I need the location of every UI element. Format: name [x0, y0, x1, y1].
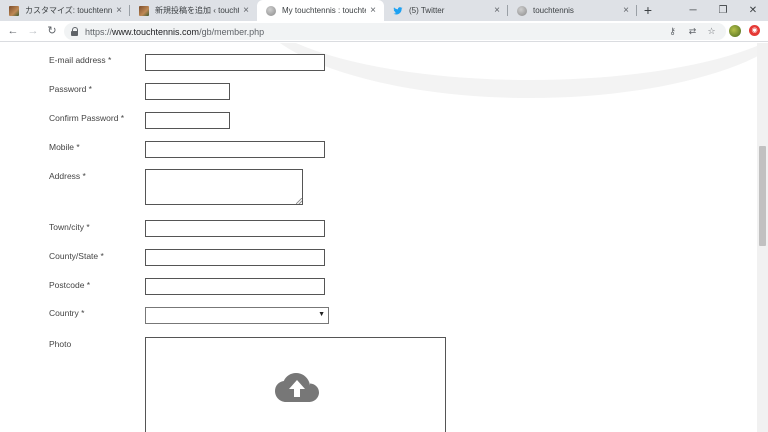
mobile-label: Mobile * — [49, 142, 80, 152]
url-text: https://www.touchtennis.com/gb/member.ph… — [85, 27, 264, 37]
lock-icon — [71, 26, 79, 37]
county-field[interactable] — [145, 249, 325, 266]
tab-title: My touchtennis : touchtennis — [282, 6, 366, 15]
tab-title: カスタマイズ: touchtennis Japan — [25, 6, 112, 15]
tab-separator — [636, 5, 637, 16]
tab-title: (5) Twitter — [409, 6, 445, 15]
postcode-label: Postcode * — [49, 280, 91, 290]
tab-my-touchtennis[interactable]: My touchtennis : touchtennis × — [257, 0, 384, 21]
forward-button[interactable]: → — [25, 23, 41, 39]
tab-twitter[interactable]: (5) Twitter × — [384, 0, 508, 21]
photo-upload-area[interactable] — [145, 337, 446, 432]
photo-icon — [139, 5, 149, 16]
translate-icon[interactable]: ⇄ — [686, 25, 699, 38]
postcode-field[interactable] — [145, 278, 325, 295]
window-close-button[interactable]: ✕ — [738, 0, 768, 21]
close-icon[interactable]: × — [490, 5, 504, 16]
url-host: www.touchtennis.com — [112, 26, 200, 37]
address-bar[interactable]: https://www.touchtennis.com/gb/member.ph… — [64, 23, 726, 40]
photo-label: Photo — [49, 339, 72, 349]
page-viewport: E-mail address * Password * Confirm Pass… — [0, 43, 768, 432]
address-label: Address * — [49, 171, 86, 181]
globe-icon — [266, 5, 276, 16]
url-path: /gb/member.php — [199, 26, 265, 37]
bookmark-star-icon[interactable]: ☆ — [705, 25, 718, 38]
back-button[interactable]: ← — [5, 23, 21, 39]
browser-toolbar: ← → ↻ https://www.touchtennis.com/gb/mem… — [0, 21, 768, 42]
tab-title: touchtennis — [533, 6, 574, 15]
password-field[interactable] — [145, 83, 230, 100]
close-icon[interactable]: × — [112, 5, 126, 16]
confirm-password-label: Confirm Password * — [49, 113, 125, 123]
tab-customize[interactable]: カスタマイズ: touchtennis Japan × — [0, 0, 130, 21]
background-arc — [250, 43, 768, 98]
cloud-upload-icon — [275, 373, 319, 402]
photo-icon — [9, 5, 19, 16]
address-field[interactable] — [145, 169, 303, 205]
close-icon[interactable]: × — [366, 5, 380, 16]
minimize-button[interactable]: ─ — [678, 0, 708, 21]
profile-avatar[interactable] — [729, 25, 741, 37]
tab-strip: カスタマイズ: touchtennis Japan × 新規投稿を追加 ‹ to… — [0, 0, 768, 21]
email-field[interactable] — [145, 54, 325, 71]
chevron-down-icon: ▼ — [318, 311, 325, 318]
town-field[interactable] — [145, 220, 325, 237]
close-icon[interactable]: × — [619, 5, 633, 16]
url-scheme: https:// — [85, 26, 113, 37]
twitter-icon — [393, 6, 403, 14]
new-tab-button[interactable]: + — [640, 2, 656, 18]
tab-title: 新規投稿を追加 ‹ touchtennis — [155, 6, 239, 15]
maximize-button[interactable]: ❐ — [708, 0, 738, 21]
country-label: Country * — [49, 308, 85, 318]
resize-handle[interactable] — [296, 198, 302, 204]
globe-icon — [517, 5, 527, 16]
close-icon[interactable]: × — [239, 5, 253, 16]
key-icon[interactable]: ⚷ — [666, 25, 679, 38]
scrollbar-thumb[interactable] — [759, 146, 766, 246]
extension-icon[interactable]: ◉ — [749, 25, 760, 36]
town-label: Town/city * — [49, 222, 90, 232]
reload-button[interactable]: ↻ — [44, 23, 60, 39]
county-label: County/State * — [49, 251, 104, 261]
email-label: E-mail address * — [49, 55, 112, 65]
confirm-password-field[interactable] — [145, 112, 230, 129]
country-select[interactable]: ▼ — [145, 307, 329, 324]
tab-touchtennis[interactable]: touchtennis × — [508, 0, 637, 21]
password-label: Password * — [49, 84, 92, 94]
mobile-field[interactable] — [145, 141, 325, 158]
tab-new-post[interactable]: 新規投稿を追加 ‹ touchtennis × — [130, 0, 257, 21]
